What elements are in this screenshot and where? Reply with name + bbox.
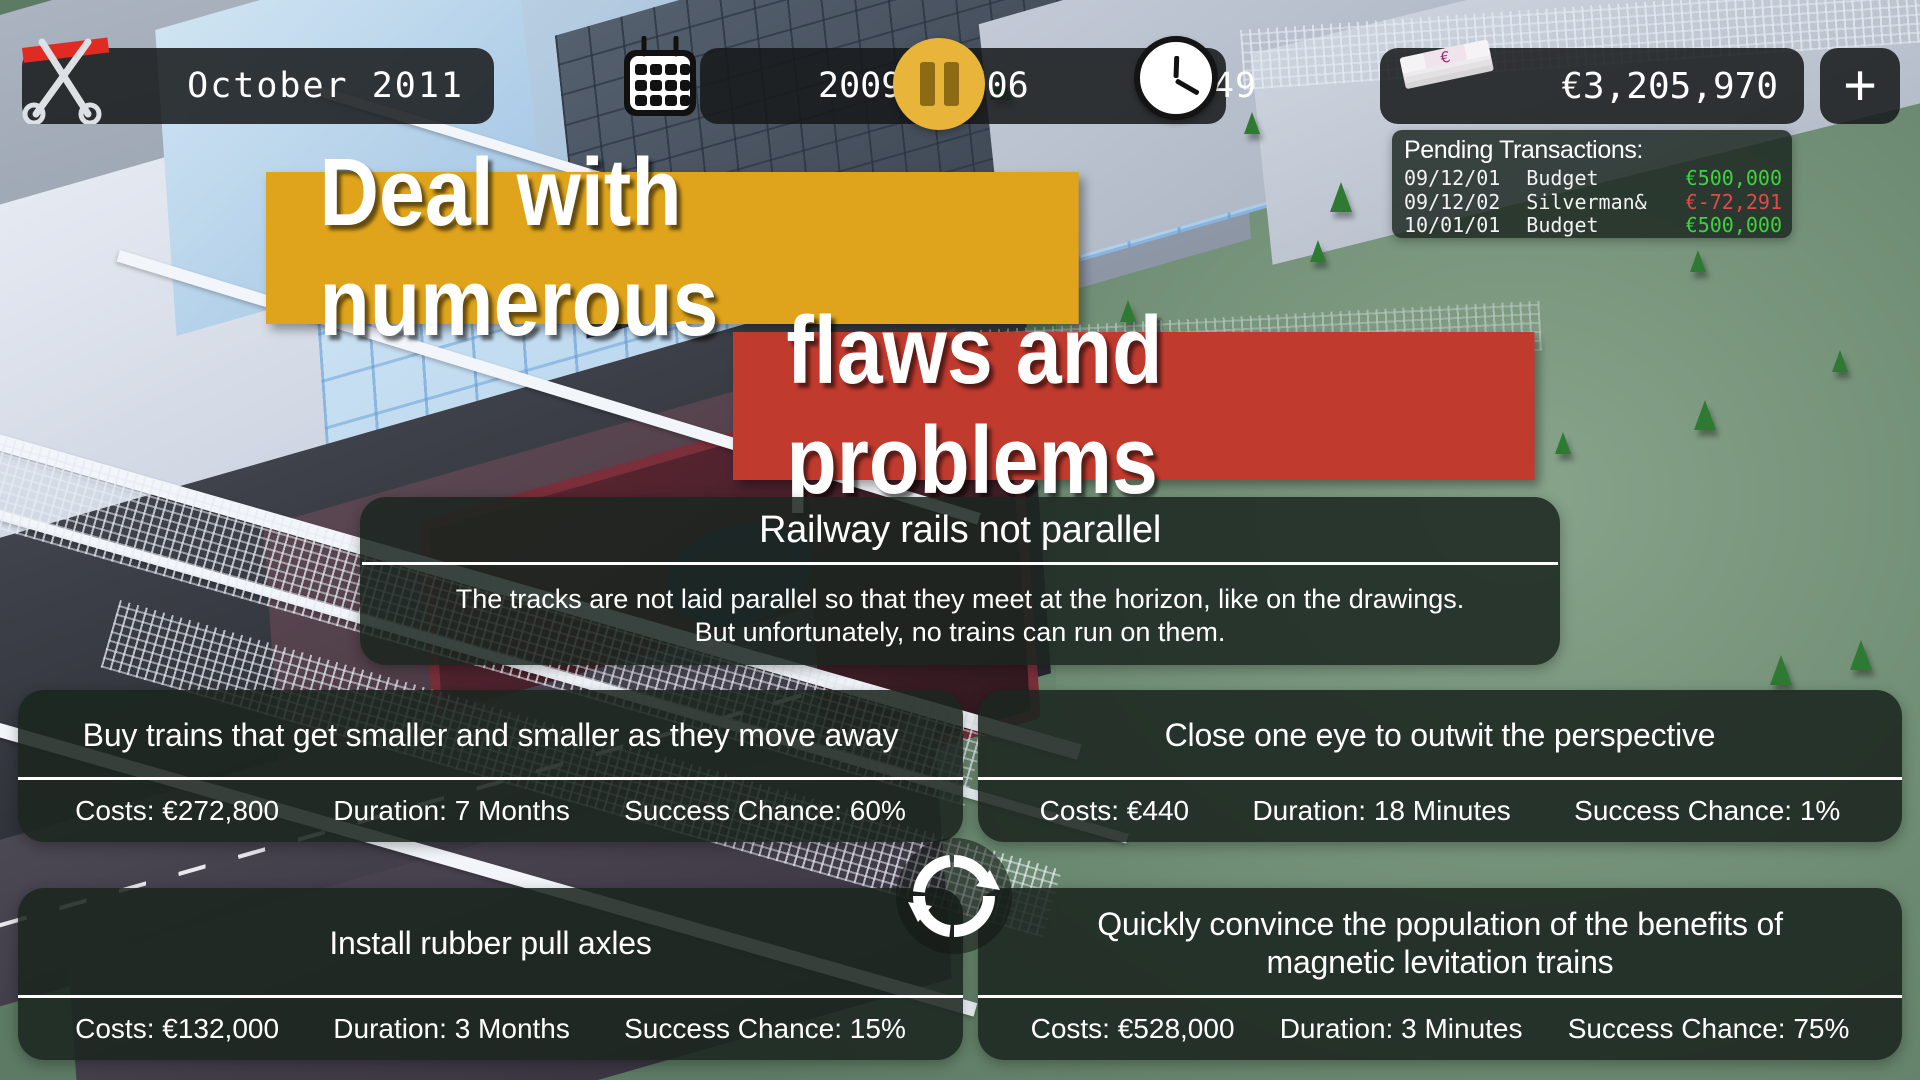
option-costs: Costs: €528,000 xyxy=(1030,1013,1235,1044)
pause-button[interactable] xyxy=(893,38,985,130)
problem-card: Railway rails not parallel The tracks ar… xyxy=(360,497,1560,665)
pending-transactions-list: 09/12/01 Budget €500,000 09/12/02 Silverman&… xyxy=(1404,166,1782,238)
option-duration: Duration: 18 Minutes xyxy=(1252,795,1511,826)
option-title: Quickly convince the population of the b… xyxy=(1097,905,1783,980)
tree xyxy=(1310,240,1326,262)
game-screen: October 2011 2009/11/06 12:49 xyxy=(0,0,1920,1080)
option-title: Close one eye to outwit the perspective xyxy=(1164,716,1716,753)
transaction-name: Budget xyxy=(1526,214,1599,238)
problem-description-line2: But unfortunately, no trains can run on … xyxy=(694,616,1226,647)
option-stats: Costs: €272,800 Duration: 7 Months Succe… xyxy=(18,780,963,842)
speed-clock-icon[interactable] xyxy=(1134,36,1218,120)
problem-description: The tracks are not laid parallel so that… xyxy=(360,565,1560,649)
pending-transactions-title: Pending Transactions: xyxy=(1404,136,1643,164)
option-title: Install rubber pull axles xyxy=(329,924,652,961)
pending-transactions-panel: Pending Transactions: 09/12/01 Budget €500… xyxy=(1392,130,1792,238)
option-duration: Duration: 3 Months xyxy=(333,1013,570,1044)
tree xyxy=(1850,640,1872,670)
transaction-date: 10/01/01 xyxy=(1404,213,1501,238)
money-stack-icon: € xyxy=(1399,40,1494,89)
transaction-row: 10/01/01 Budget €500,000 xyxy=(1404,214,1782,238)
transaction-amount: €500,000 xyxy=(1685,213,1782,238)
transaction-amount: €-72,291 xyxy=(1685,189,1782,214)
top-hud-bar: October 2011 2009/11/06 12:49 xyxy=(0,0,1920,150)
headline-banner-red: flaws and problems xyxy=(733,297,1535,514)
option-card-top-left[interactable]: Buy trains that get smaller and smaller … xyxy=(18,690,963,842)
option-card-top-right[interactable]: Close one eye to outwit the perspective … xyxy=(978,690,1902,842)
pause-bar-left xyxy=(919,62,935,106)
option-duration: Duration: 7 Months xyxy=(333,795,570,826)
headline-line2: flaws and problems xyxy=(786,297,1163,514)
money-label: €3,205,970 xyxy=(1561,65,1778,107)
opening-date-label: October 2011 xyxy=(187,66,464,106)
option-costs: Costs: €272,800 xyxy=(75,795,280,826)
reroll-options-button[interactable] xyxy=(896,838,1012,954)
option-stats: Costs: €440 Duration: 18 Minutes Success… xyxy=(978,780,1902,842)
tree xyxy=(1832,350,1848,372)
tree xyxy=(1770,655,1792,685)
option-duration: Duration: 3 Minutes xyxy=(1279,1013,1523,1044)
tree xyxy=(1694,400,1716,430)
add-money-button[interactable]: + xyxy=(1820,48,1900,124)
scissors-ribbon-icon xyxy=(22,37,110,124)
option-success-chance: Success Chance: 15% xyxy=(624,1013,906,1044)
transaction-date: 09/12/01 xyxy=(1404,166,1501,190)
clock-minute-hand xyxy=(1174,78,1200,96)
refresh-circular-arrows-icon xyxy=(908,855,1000,937)
option-costs: Costs: €440 xyxy=(1039,795,1190,826)
option-card-bottom-left[interactable]: Install rubber pull axles Costs: €132,00… xyxy=(18,888,963,1060)
option-costs: Costs: €132,000 xyxy=(75,1013,280,1044)
plus-icon: + xyxy=(1843,53,1877,118)
clock-hour-hand xyxy=(1173,56,1180,79)
option-success-chance: Success Chance: 75% xyxy=(1567,1013,1850,1044)
transaction-row: 09/12/01 Budget €500,000 xyxy=(1404,166,1782,191)
calendar-icon xyxy=(624,36,696,116)
transaction-date: 09/12/02 xyxy=(1404,189,1501,214)
option-stats: Costs: €132,000 Duration: 3 Months Succe… xyxy=(18,998,963,1060)
problem-title: Railway rails not parallel xyxy=(759,509,1161,551)
tree xyxy=(1690,250,1706,272)
problem-description-line1: The tracks are not laid parallel so that… xyxy=(455,584,1465,614)
tree xyxy=(1555,432,1571,454)
option-success-chance: Success Chance: 1% xyxy=(1574,795,1841,826)
pause-bar-right xyxy=(943,62,959,106)
transaction-row: 09/12/02 Silverman& €-72,291 xyxy=(1404,189,1782,215)
option-title: Buy trains that get smaller and smaller … xyxy=(82,716,899,753)
transaction-amount: €500,000 xyxy=(1685,166,1782,190)
option-card-bottom-right[interactable]: Quickly convince the population of the b… xyxy=(978,888,1902,1060)
transaction-name: Budget xyxy=(1526,167,1599,190)
transaction-name: Silverman& xyxy=(1526,190,1647,214)
option-success-chance: Success Chance: 60% xyxy=(624,795,906,826)
tree xyxy=(1330,182,1352,212)
option-stats: Costs: €528,000 Duration: 3 Minutes Succ… xyxy=(978,998,1902,1060)
